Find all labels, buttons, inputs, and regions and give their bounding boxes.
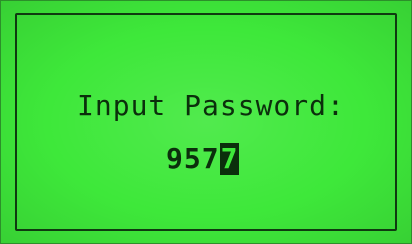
entered-digits: 957 [166, 142, 220, 175]
cursor-digit: 7 [219, 142, 240, 175]
lcd-display: Input Password: 9577 [0, 0, 412, 244]
password-prompt: Input Password: [77, 89, 345, 122]
display-border-frame [15, 13, 397, 231]
password-entry-field[interactable]: 9577 [166, 142, 240, 175]
